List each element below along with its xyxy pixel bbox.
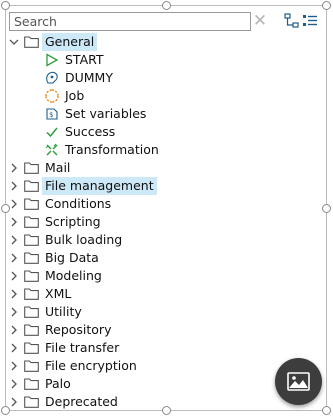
- chevron-right-icon[interactable]: [8, 162, 20, 174]
- tree-folder-label: Scripting: [45, 214, 101, 229]
- chevron-right-icon[interactable]: [8, 306, 20, 318]
- set-variables-icon: $: [46, 108, 58, 120]
- success-check-icon: [46, 127, 58, 138]
- tree-folder-label: Mail: [45, 160, 71, 175]
- tree-folder-label: Deprecated: [45, 394, 118, 409]
- tree-folder-label: General: [42, 33, 98, 51]
- chevron-right-icon[interactable]: [8, 360, 20, 372]
- chevron-down-icon[interactable]: [8, 36, 20, 48]
- expand-all-icon[interactable]: [284, 13, 300, 29]
- clear-search-icon[interactable]: ✕: [252, 11, 268, 31]
- tree-folder-label: Repository: [45, 322, 112, 337]
- chevron-right-icon[interactable]: [8, 216, 20, 228]
- svg-text:$: $: [49, 111, 53, 119]
- resize-handle-top-right[interactable]: [322, 1, 331, 10]
- tree-folder-label: Big Data: [45, 250, 99, 265]
- resize-handle-bottom-right[interactable]: [322, 406, 331, 415]
- tree-folder-label: File encryption: [45, 358, 137, 373]
- tree-folder-label: Utility: [45, 304, 82, 319]
- folder-icon: [24, 306, 39, 318]
- image-button[interactable]: [275, 358, 322, 405]
- collapse-all-icon[interactable]: [302, 13, 318, 29]
- folder-icon: [24, 288, 39, 300]
- resize-handle-bottom[interactable]: [162, 406, 171, 415]
- folder-icon: [24, 270, 39, 282]
- chevron-right-icon[interactable]: [8, 180, 20, 192]
- resize-handle-right[interactable]: [322, 204, 331, 213]
- chevron-right-icon[interactable]: [8, 324, 20, 336]
- chevron-right-icon[interactable]: [8, 270, 20, 282]
- resize-handle-top-left[interactable]: [1, 1, 10, 10]
- folder-icon: [24, 234, 39, 246]
- tree-folder-label: Bulk loading: [45, 232, 123, 247]
- chevron-right-icon[interactable]: [8, 396, 20, 408]
- tree-folder-label: Modeling: [45, 268, 102, 283]
- tree-step-label: Transformation: [65, 142, 159, 157]
- tree-folder-label: XML: [45, 286, 72, 301]
- tree-folder-label: Palo: [45, 376, 71, 391]
- tree-step-label: DUMMY: [65, 70, 113, 85]
- folder-icon: [24, 324, 39, 336]
- tree-step-label: Success: [65, 124, 116, 139]
- folder-icon: [24, 180, 39, 192]
- chevron-right-icon[interactable]: [8, 378, 20, 390]
- transformation-icon: [45, 143, 58, 156]
- chevron-right-icon[interactable]: [8, 234, 20, 246]
- folder-icon: [24, 198, 39, 210]
- chevron-right-icon[interactable]: [8, 342, 20, 354]
- tree-folder-label: File transfer: [45, 340, 120, 355]
- chevron-right-icon[interactable]: [8, 288, 20, 300]
- folder-icon: [24, 36, 39, 48]
- tree-step-label: START: [65, 52, 104, 67]
- start-triangle-icon: [46, 53, 59, 67]
- chevron-right-icon[interactable]: [8, 252, 20, 264]
- folder-icon: [24, 396, 39, 408]
- image-icon: [287, 372, 310, 391]
- tree-step-label: Job: [65, 88, 85, 103]
- dummy-icon: [46, 71, 58, 84]
- tree-folder-label: Conditions: [45, 196, 112, 211]
- job-icon: [45, 89, 59, 103]
- tree-step-label: Set variables: [65, 106, 147, 121]
- folder-icon: [24, 342, 39, 354]
- resize-handle-top[interactable]: [162, 1, 171, 10]
- folder-icon: [24, 360, 39, 372]
- folder-icon: [24, 252, 39, 264]
- folder-icon: [24, 162, 39, 174]
- search-input[interactable]: [9, 12, 251, 31]
- tree-folder-label: File management: [42, 177, 157, 195]
- chevron-right-icon[interactable]: [8, 198, 20, 210]
- folder-icon: [24, 378, 39, 390]
- folder-icon: [24, 216, 39, 228]
